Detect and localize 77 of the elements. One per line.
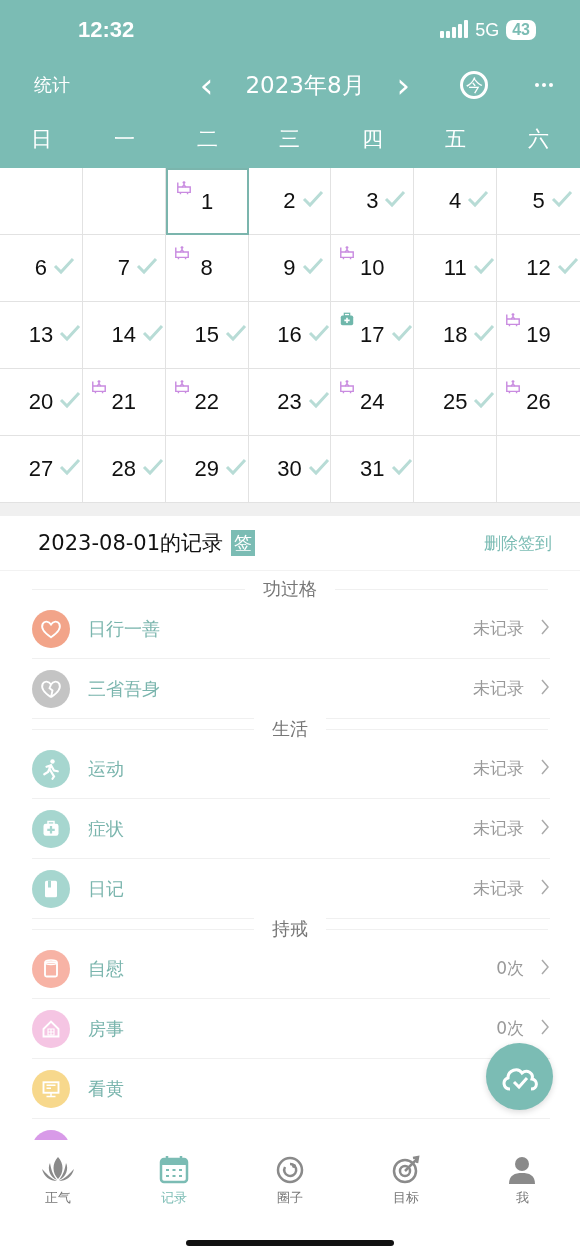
calendar-day[interactable]: 4 — [414, 168, 498, 235]
bath-icon — [339, 244, 356, 261]
calendar-day[interactable]: 18 — [414, 302, 498, 369]
calendar-day[interactable]: 15 — [165, 302, 249, 369]
chevron-right-icon[interactable] — [540, 617, 550, 636]
calendar-day[interactable]: 14 — [82, 302, 166, 369]
calendar-icon — [159, 1155, 189, 1185]
nav-tab[interactable]: 圈子 — [258, 1152, 322, 1210]
calendar-day[interactable]: 7 — [82, 235, 166, 302]
calendar-day[interactable]: 24 — [331, 369, 415, 436]
bath-icon — [505, 311, 522, 328]
record-value: 未记录 — [473, 617, 524, 640]
calendar-day[interactable]: 1 — [165, 168, 249, 235]
person-icon — [507, 1155, 537, 1185]
calendar-day[interactable]: 28 — [82, 436, 166, 503]
section-title: 功过格 — [245, 577, 335, 601]
record-title: 2023-08-01的记录 — [38, 530, 224, 557]
calendar-day[interactable]: 23 — [248, 369, 332, 436]
weekday-label: 四 — [361, 126, 385, 153]
calendar-day[interactable]: 13 — [0, 302, 83, 369]
calendar-day[interactable]: 17 — [331, 302, 415, 369]
calendar-day[interactable]: 2 — [248, 168, 332, 235]
calendar-day[interactable]: 9 — [248, 235, 332, 302]
record-value: 0次 — [496, 1017, 524, 1040]
section-title: 生活 — [254, 717, 326, 741]
bath-icon — [339, 378, 356, 395]
calendar-day[interactable]: 10 — [331, 235, 415, 302]
weekday-label: 三 — [278, 126, 302, 153]
nav-tab[interactable]: 正气 — [26, 1152, 90, 1210]
calendar-day[interactable]: 29 — [165, 436, 249, 503]
signed-badge: 签 — [231, 530, 256, 556]
status-time: 12:32 — [78, 17, 135, 43]
bath-icon — [173, 244, 190, 261]
bath-icon — [90, 378, 107, 395]
nav-tab[interactable]: 目标 — [374, 1152, 438, 1210]
section-title: 持戒 — [254, 917, 326, 941]
chevron-right-icon[interactable] — [540, 757, 550, 776]
calendar-day[interactable]: 27 — [0, 436, 83, 503]
chevron-right-icon[interactable] — [540, 677, 550, 696]
record-value: 未记录 — [473, 757, 524, 780]
calendar-day[interactable]: 20 — [0, 369, 83, 436]
signal-icon — [440, 20, 469, 40]
calendar-day[interactable]: 8 — [165, 235, 249, 302]
calendar-day[interactable]: 3 — [331, 168, 415, 235]
more-icon[interactable] — [534, 82, 554, 88]
record-value: 0次 — [496, 957, 524, 980]
medkit-icon — [339, 311, 356, 328]
calendar-day[interactable]: 21 — [82, 369, 166, 436]
weekday-label: 一 — [112, 126, 136, 153]
calendar-day[interactable]: 22 — [165, 369, 249, 436]
calendar-day[interactable]: 31 — [331, 436, 415, 503]
calendar-day[interactable]: 30 — [248, 436, 332, 503]
nav-tab[interactable]: 我 — [490, 1152, 554, 1210]
network-type: 5G — [475, 19, 500, 41]
chevron-right-icon[interactable] — [540, 817, 550, 836]
bath-icon — [175, 179, 192, 196]
weekday-label: 五 — [444, 126, 468, 153]
battery-indicator: 43 — [506, 20, 536, 40]
calendar-day[interactable]: 25 — [414, 369, 498, 436]
chevron-right-icon[interactable] — [540, 1017, 550, 1036]
ring-icon — [275, 1155, 305, 1185]
calendar-day[interactable]: 6 — [0, 235, 83, 302]
cloud-sync-button[interactable] — [486, 1043, 553, 1110]
calendar-day[interactable]: 16 — [248, 302, 332, 369]
chevron-right-icon[interactable] — [540, 877, 550, 896]
weekday-label: 日 — [29, 126, 53, 153]
weekday-label: 六 — [527, 126, 551, 153]
record-value: 未记录 — [473, 817, 524, 840]
record-value: 未记录 — [473, 677, 524, 700]
bath-icon — [505, 378, 522, 395]
chevron-right-icon[interactable] — [540, 957, 550, 976]
record-value: 未记录 — [473, 877, 524, 900]
weekday-label: 二 — [195, 126, 219, 153]
month-title: 2023年8月 — [245, 70, 365, 100]
target-icon — [391, 1155, 421, 1185]
bath-icon — [173, 378, 190, 395]
calendar-day[interactable]: 11 — [414, 235, 498, 302]
